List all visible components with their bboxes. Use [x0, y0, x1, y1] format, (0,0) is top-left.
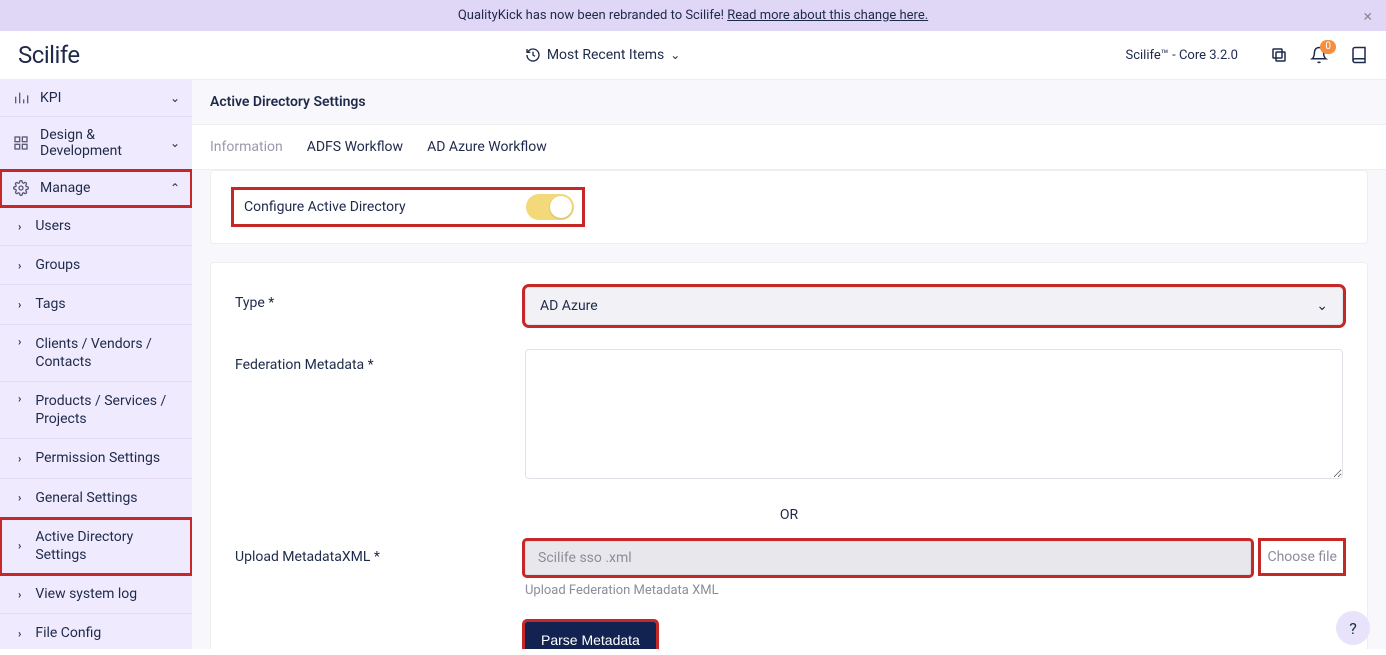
sidebar: KPI ⌄ Design & Development ⌄ Manage ⌃ ›U… [0, 80, 192, 649]
gear-icon [12, 180, 30, 196]
sidebar-item-manage[interactable]: Manage ⌃ [0, 170, 192, 207]
upload-label: Upload MetadataXML * [235, 541, 525, 565]
toggle-card: Configure Active Directory [210, 170, 1368, 244]
type-label: Type * [235, 287, 525, 311]
federation-textarea[interactable] [525, 349, 1343, 479]
configure-ad-toggle[interactable] [526, 194, 574, 220]
sidebar-label: KPI [40, 90, 160, 106]
chevron-down-icon: ⌄ [1316, 298, 1328, 314]
sidebar-sub-ads[interactable]: ›Active Directory Settings [0, 518, 192, 575]
form-card: Type * AD Azure ⌄ Federation Metadata * … [210, 262, 1368, 649]
tab-information[interactable]: Information [210, 125, 283, 169]
logo[interactable]: Scilife [18, 41, 80, 69]
chevron-right-icon: › [18, 539, 21, 552]
chevron-right-icon: › [18, 298, 21, 311]
book-icon[interactable] [1350, 46, 1368, 64]
chevron-up-icon: ⌃ [170, 181, 180, 195]
sidebar-sub-tags[interactable]: ›Tags [0, 285, 192, 324]
version-text: Scilife™ - Core 3.2.0 [1126, 48, 1239, 63]
sidebar-sub-general[interactable]: ›General Settings [0, 479, 192, 518]
file-name-display[interactable]: Scilife sso .xml [525, 541, 1251, 575]
tabs: Information ADFS Workflow AD Azure Workf… [192, 125, 1386, 170]
configure-toggle-highlight: Configure Active Directory [231, 187, 585, 227]
sidebar-item-design[interactable]: Design & Development ⌄ [0, 117, 192, 170]
chevron-down-icon: ⌄ [670, 48, 680, 62]
close-icon[interactable]: × [1363, 6, 1372, 25]
chevron-right-icon: › [18, 588, 21, 601]
or-divider: OR [235, 507, 1343, 523]
tab-adfs[interactable]: ADFS Workflow [307, 125, 403, 169]
notifications-icon[interactable]: 0 [1310, 46, 1328, 64]
toggle-label: Configure Active Directory [244, 199, 406, 215]
banner-link[interactable]: Read more about this change here. [727, 8, 928, 23]
main-content: Active Directory Settings Information AD… [192, 80, 1386, 649]
chevron-right-icon: › [18, 259, 21, 272]
help-icon[interactable]: ? [1336, 611, 1370, 645]
copy-icon[interactable] [1270, 46, 1288, 64]
grid-icon [12, 135, 30, 151]
parse-metadata-button[interactable]: Parse Metadata [525, 622, 656, 649]
chevron-right-icon: › [18, 335, 21, 348]
sidebar-sub-permission[interactable]: ›Permission Settings [0, 439, 192, 478]
type-select[interactable]: AD Azure ⌄ [525, 287, 1343, 325]
sidebar-sub-products[interactable]: ›Products / Services / Projects [0, 382, 192, 439]
toggle-knob [550, 196, 572, 218]
chevron-right-icon: › [18, 491, 21, 504]
recent-items-dropdown[interactable]: Most Recent Items ⌄ [80, 47, 1126, 63]
recent-label: Most Recent Items [547, 47, 664, 63]
federation-label: Federation Metadata * [235, 349, 525, 373]
upload-helper: Upload Federation Metadata XML [525, 583, 1343, 598]
sidebar-sub-clients[interactable]: ›Clients / Vendors / Contacts [0, 325, 192, 382]
rebrand-banner: QualityKick has now been rebranded to Sc… [0, 0, 1386, 31]
tab-azure[interactable]: AD Azure Workflow [427, 125, 547, 169]
topbar: Scilife Most Recent Items ⌄ Scilife™ - C… [0, 31, 1386, 80]
chevron-right-icon: › [18, 452, 21, 465]
chevron-down-icon: ⌄ [170, 136, 180, 150]
page-title: Active Directory Settings [192, 80, 1386, 125]
choose-file-button[interactable]: Choose file [1261, 541, 1343, 573]
sidebar-item-kpi[interactable]: KPI ⌄ [0, 80, 192, 117]
notif-badge: 0 [1320, 40, 1336, 54]
sidebar-label: Manage [40, 180, 160, 196]
type-value: AD Azure [540, 298, 598, 314]
chevron-right-icon: › [18, 392, 21, 405]
chevron-down-icon: ⌄ [170, 91, 180, 105]
sidebar-sub-syslog[interactable]: ›View system log [0, 575, 192, 614]
chart-icon [12, 90, 30, 106]
sidebar-sub-groups[interactable]: ›Groups [0, 246, 192, 285]
sidebar-sub-fileconfig[interactable]: ›File Config [0, 614, 192, 649]
sidebar-label: Design & Development [40, 127, 160, 159]
banner-text: QualityKick has now been rebranded to Sc… [458, 8, 727, 23]
chevron-right-icon: › [18, 627, 21, 640]
chevron-right-icon: › [18, 220, 21, 233]
sidebar-sub-users[interactable]: ›Users [0, 207, 192, 246]
history-icon [525, 47, 541, 63]
